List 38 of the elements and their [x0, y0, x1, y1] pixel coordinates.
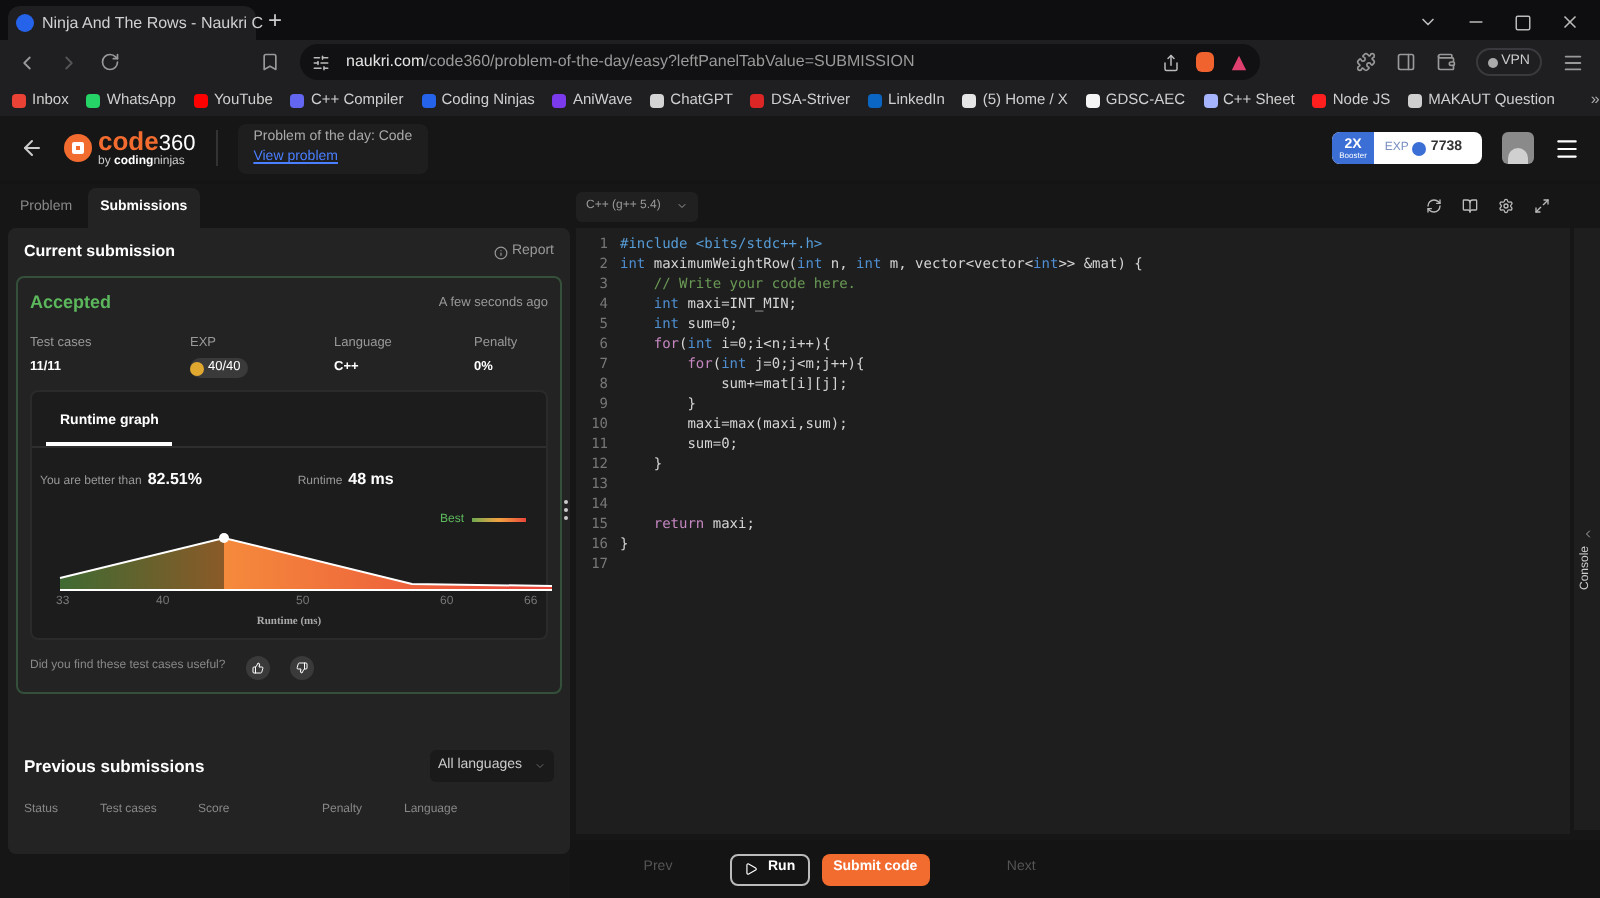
more-bookmarks-button[interactable]: »	[1590, 88, 1600, 112]
reload-icon[interactable]	[100, 52, 120, 72]
bookmark-icon[interactable]	[260, 52, 280, 72]
site-icon	[16, 14, 34, 32]
notes-icon[interactable]	[1462, 198, 1478, 214]
metric-value: 82.51%	[147, 467, 204, 491]
menu-icon[interactable]	[1562, 51, 1584, 73]
wallet-icon[interactable]	[1435, 52, 1456, 72]
reset-icon[interactable]	[1426, 198, 1442, 214]
extensions-icon[interactable]	[1355, 52, 1376, 72]
new-tab-button[interactable]: +	[268, 8, 283, 32]
thumbs-up-icon	[251, 661, 264, 674]
back-arrow-icon[interactable]	[20, 136, 44, 160]
close-icon[interactable]	[1560, 12, 1580, 32]
site-settings-icon[interactable]	[312, 53, 330, 71]
thumbs-down-icon	[295, 661, 308, 674]
share-icon[interactable]	[1162, 53, 1180, 71]
sidebar-icon[interactable]	[1395, 52, 1416, 72]
triangle-icon[interactable]	[1230, 53, 1248, 71]
fullscreen-icon[interactable]	[1534, 198, 1550, 214]
play-icon	[744, 862, 758, 876]
section-title: Current submission	[24, 240, 176, 264]
thumbs-up-button[interactable]	[245, 655, 270, 680]
maximize-icon[interactable]	[1514, 13, 1532, 31]
chevron-left-icon	[1581, 527, 1593, 540]
settings-icon[interactable]	[1498, 198, 1514, 214]
url-text: naukri.com/code360/problem-of-the-day/easy?leftPanelTabValue=SUBMISSION	[346, 50, 917, 74]
info-icon	[493, 245, 508, 259]
address-bar[interactable]: naukri.com/code360/problem-of-the-day/easy?leftPanelTabValue=SUBMISSION	[300, 44, 1260, 80]
metric-value: 48 ms	[348, 467, 394, 491]
avatar[interactable]	[1502, 132, 1534, 164]
resize-handle-icon[interactable]	[564, 500, 568, 520]
chevron-down-icon	[534, 760, 546, 772]
thumbs-down-button[interactable]	[289, 655, 314, 680]
section-title: Previous submissions	[24, 753, 205, 779]
status-text: Accepted	[30, 290, 112, 316]
chevron-down-icon	[676, 200, 689, 212]
menu-icon[interactable]	[1554, 135, 1580, 161]
